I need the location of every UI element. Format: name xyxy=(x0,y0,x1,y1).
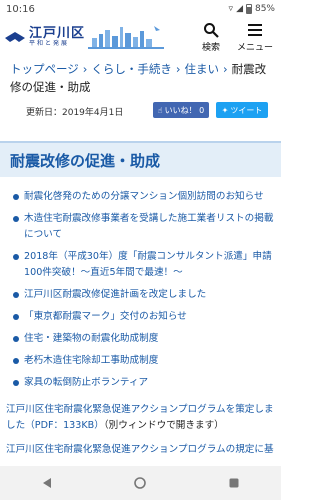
system-navigation-bar xyxy=(0,466,281,500)
new-window-note: （別ウィンドウで開きます） xyxy=(103,420,224,431)
facebook-like-button[interactable]: ☝ いいね！ 0 xyxy=(153,102,209,118)
breadcrumb-separator: › xyxy=(82,62,88,76)
list-item-link[interactable]: 老朽木造住宅除却工事助成制度 xyxy=(12,353,274,369)
site-header: 江戸川区 平和と発展 検索 メニュー xyxy=(0,18,281,56)
twitter-bird-icon: ✦ xyxy=(221,105,229,115)
breadcrumb-separator: › xyxy=(223,62,228,76)
status-time: 10:16 xyxy=(6,3,35,15)
site-logo[interactable]: 江戸川区 平和と発展 xyxy=(4,24,189,50)
search-button[interactable]: 検索 xyxy=(189,22,233,53)
home-icon[interactable] xyxy=(134,477,147,489)
battery-percent: 85% xyxy=(254,4,275,14)
updated-date: 更新日：2019年4月1日 xyxy=(26,108,124,118)
breadcrumb-separator: › xyxy=(175,62,181,76)
list-item-link[interactable]: 耐震化啓発のための分譲マンション個別訪問のお知らせ xyxy=(12,189,274,205)
battery-icon xyxy=(245,4,252,14)
hamburger-menu-icon xyxy=(248,23,262,36)
page-title: 耐震改修の促進・助成 xyxy=(10,152,161,170)
status-icons: ▿ ◢ 85% xyxy=(229,4,275,14)
logo-title: 江戸川区 xyxy=(29,26,86,41)
search-icon xyxy=(204,22,219,38)
list-item-link[interactable]: 「東京都耐震マーク」交付のお知らせ xyxy=(12,309,274,325)
skyline-illustration-icon xyxy=(88,26,165,49)
topic-link-list: 耐震化啓発のための分譲マンション個別訪問のお知らせ 木造住宅耐震改修事業者を受講… xyxy=(12,189,274,397)
tweet-label: ツイート xyxy=(230,105,263,115)
breadcrumb-link-top[interactable]: トップページ xyxy=(10,62,79,76)
list-item-link[interactable]: 江戸川区耐震改修促進計画を改定しました xyxy=(12,287,274,303)
breadcrumb: トップページ › くらし・手続き › 住まい › 耐震改修の促進・助成 xyxy=(10,60,275,96)
tweet-button[interactable]: ✦ ツイート xyxy=(216,102,268,118)
breadcrumb-link-housing[interactable]: 住まい xyxy=(185,62,220,76)
list-item-link[interactable]: 2018年（平成30年）度「耐震コンサルタント派遣」申請100件突破！～直近5年… xyxy=(12,249,274,281)
thumbs-up-icon: ☝ xyxy=(157,105,163,115)
action-program-paragraph: 江戸川区住宅耐震化緊急促進アクションプログラムを策定しました（PDF：133KB… xyxy=(6,402,274,434)
back-icon[interactable] xyxy=(41,477,53,489)
list-item-link[interactable]: 木造住宅耐震改修事業者を受講した施工業者リストの掲載について xyxy=(12,211,274,243)
signal-icon: ◢ xyxy=(236,4,243,14)
breadcrumb-link-living[interactable]: くらし・手続き xyxy=(91,62,172,76)
status-bar: 10:16 ▿ ◢ 85% xyxy=(0,0,281,18)
menu-button[interactable]: メニュー xyxy=(233,22,277,53)
search-label: 検索 xyxy=(201,42,220,53)
logo-subtitle: 平和と発展 xyxy=(29,40,70,47)
wifi-icon: ▿ xyxy=(228,4,234,14)
logo-mark-icon xyxy=(5,32,25,42)
menu-label: メニュー xyxy=(236,42,273,53)
list-item-link[interactable]: 家具の転倒防止ボランティア xyxy=(12,375,274,391)
list-item-link[interactable]: 住宅・建築物の耐震化助成制度 xyxy=(12,331,274,347)
recent-apps-icon[interactable] xyxy=(228,477,240,489)
page-title-box: 耐震改修の促進・助成 xyxy=(0,141,281,177)
like-label: いいね！ 0 xyxy=(164,105,205,115)
action-program-rule-link[interactable]: 江戸川区住宅耐震化緊急促進アクションプログラムの規定に基 xyxy=(6,444,274,455)
action-program-rule-paragraph: 江戸川区住宅耐震化緊急促進アクションプログラムの規定に基 xyxy=(6,442,274,458)
